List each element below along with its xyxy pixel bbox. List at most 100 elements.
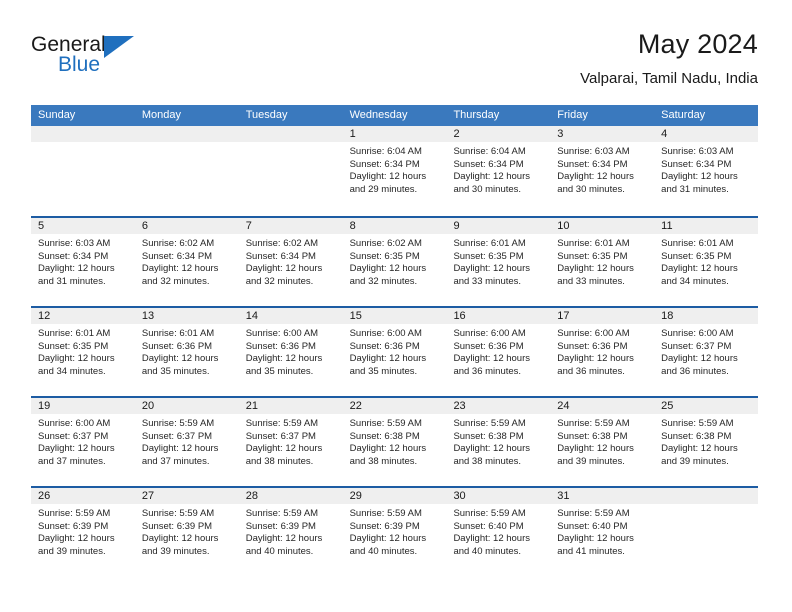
day-detail-line: Daylight: 12 hours	[245, 263, 323, 275]
day-detail-line: and 29 minutes.	[349, 183, 418, 195]
day-details: Sunrise: 6:00 AM Sunset: 6:36 PM Daylight:…	[550, 324, 654, 378]
day-detail-line: Daylight: 12 hours	[349, 353, 427, 365]
calendar-day-cell[interactable]: 14 Sunrise: 6:00 AM Sunset: 6:36 PM Dayligh…	[238, 308, 343, 396]
calendar-day-cell-empty	[31, 126, 135, 216]
day-detail-line: Daylight: 12 hours	[141, 443, 219, 455]
day-detail-line: and 40 minutes.	[245, 545, 314, 557]
calendar-table: Sunday Monday Tuesday Wednesday Thursday Frid…	[31, 105, 759, 576]
calendar-day-cell[interactable]: 22 Sunrise: 5:59 AM Sunset: 6:38 PM Dayligh…	[342, 398, 447, 486]
day-number	[134, 126, 239, 142]
day-number: 21	[238, 398, 343, 414]
day-detail-line: Sunrise: 6:03 AM	[38, 238, 111, 249]
day-detail-line: Sunset: 6:34 PM	[245, 250, 316, 262]
day-detail-line: Daylight: 12 hours	[661, 263, 738, 275]
calendar-day-cell[interactable]: 1 Sunrise: 6:04 AM Sunset: 6:34 PM Daylight…	[342, 126, 447, 216]
day-details: Sunrise: 6:01 AM Sunset: 6:35 PM Daylight:…	[31, 324, 135, 378]
calendar-day-cell[interactable]: 11 Sunrise: 6:01 AM Sunset: 6:35 PM Dayligh…	[654, 218, 759, 306]
day-of-week-tuesday: Tuesday	[245, 109, 288, 121]
calendar-day-cell[interactable]: 18 Sunrise: 6:00 AM Sunset: 6:37 PM Dayligh…	[654, 308, 759, 396]
page-header: General Blue May 2024 Valparai, Tamil Na…	[0, 0, 792, 87]
calendar-day-cell[interactable]: 20 Sunrise: 5:59 AM Sunset: 6:37 PM Dayligh…	[134, 398, 239, 486]
calendar-day-cell[interactable]: 23 Sunrise: 5:59 AM Sunset: 6:38 PM Dayligh…	[446, 398, 551, 486]
calendar-day-cell[interactable]: 16 Sunrise: 6:00 AM Sunset: 6:36 PM Dayligh…	[446, 308, 551, 396]
day-detail-line: Daylight: 12 hours	[557, 263, 634, 275]
calendar-day-cell[interactable]: 25 Sunrise: 5:59 AM Sunset: 6:38 PM Dayligh…	[654, 398, 759, 486]
day-number: 27	[134, 488, 239, 504]
day-detail-line: Daylight: 12 hours	[38, 353, 115, 365]
day-number: 11	[654, 218, 759, 234]
day-detail-line: Sunrise: 5:59 AM	[661, 418, 734, 429]
day-detail-line: Sunset: 6:35 PM	[557, 250, 628, 262]
day-detail-line: and 41 minutes.	[557, 545, 625, 557]
day-details: Sunrise: 5:59 AM Sunset: 6:40 PM Daylight:…	[550, 504, 654, 558]
calendar-day-cell[interactable]: 9 Sunrise: 6:01 AM Sunset: 6:35 PM Daylight…	[446, 218, 551, 306]
day-detail-line: Daylight: 12 hours	[349, 443, 427, 455]
day-detail-line: Daylight: 12 hours	[141, 353, 219, 365]
day-details: Sunrise: 6:01 AM Sunset: 6:35 PM Daylight:…	[654, 234, 758, 288]
day-detail-line: Sunrise: 6:01 AM	[557, 238, 630, 249]
calendar-day-cell[interactable]: 12 Sunrise: 6:01 AM Sunset: 6:35 PM Dayligh…	[31, 308, 135, 396]
day-details: Sunrise: 6:01 AM Sunset: 6:35 PM Daylight:…	[446, 234, 550, 288]
day-detail-line: Sunrise: 6:01 AM	[141, 328, 215, 339]
calendar-day-cell[interactable]: 21 Sunrise: 5:59 AM Sunset: 6:37 PM Dayligh…	[238, 398, 343, 486]
day-detail-line: Sunrise: 6:02 AM	[141, 238, 215, 249]
day-number: 9	[446, 218, 551, 234]
calendar-day-cell[interactable]: 6 Sunrise: 6:02 AM Sunset: 6:34 PM Daylight…	[134, 218, 239, 306]
day-detail-line: Daylight: 12 hours	[557, 171, 634, 183]
calendar-day-cell[interactable]: 13 Sunrise: 6:01 AM Sunset: 6:36 PM Dayligh…	[134, 308, 239, 396]
day-details: Sunrise: 6:01 AM Sunset: 6:35 PM Daylight:…	[550, 234, 654, 288]
calendar-day-cell[interactable]: 4 Sunrise: 6:03 AM Sunset: 6:34 PM Daylight…	[654, 126, 759, 216]
calendar-day-cell[interactable]: 7 Sunrise: 6:02 AM Sunset: 6:34 PM Daylight…	[238, 218, 343, 306]
day-detail-line: Daylight: 12 hours	[38, 443, 115, 455]
day-of-week-header: Sunday Monday Tuesday Wednesday Thursday Frid…	[31, 105, 758, 126]
calendar-day-cell[interactable]: 30 Sunrise: 5:59 AM Sunset: 6:40 PM Dayligh…	[446, 488, 551, 576]
calendar-day-cell[interactable]: 3 Sunrise: 6:03 AM Sunset: 6:34 PM Daylight…	[550, 126, 655, 216]
day-number: 20	[134, 398, 239, 414]
day-detail-line: and 35 minutes.	[349, 365, 418, 377]
calendar-day-cell[interactable]: 27 Sunrise: 5:59 AM Sunset: 6:39 PM Dayligh…	[134, 488, 239, 576]
calendar-day-cell[interactable]: 10 Sunrise: 6:01 AM Sunset: 6:35 PM Dayligh…	[550, 218, 655, 306]
calendar-day-cell[interactable]: 26 Sunrise: 5:59 AM Sunset: 6:39 PM Dayligh…	[31, 488, 135, 576]
calendar-day-cell[interactable]: 15 Sunrise: 6:00 AM Sunset: 6:36 PM Dayligh…	[342, 308, 447, 396]
day-details: Sunrise: 5:59 AM Sunset: 6:38 PM Daylight:…	[446, 414, 550, 468]
calendar-day-cell[interactable]: 2 Sunrise: 6:04 AM Sunset: 6:34 PM Daylight…	[446, 126, 551, 216]
day-number: 17	[550, 308, 655, 324]
day-details: Sunrise: 6:01 AM Sunset: 6:36 PM Daylight:…	[135, 324, 239, 378]
day-detail-line: and 35 minutes.	[141, 365, 210, 377]
day-detail-line: Daylight: 12 hours	[38, 263, 115, 275]
day-details: Sunrise: 6:03 AM Sunset: 6:34 PM Daylight:…	[654, 142, 758, 196]
day-detail-line: Sunset: 6:36 PM	[349, 340, 420, 352]
day-details: Sunrise: 5:59 AM Sunset: 6:40 PM Daylight:…	[446, 504, 550, 558]
calendar-day-cell[interactable]: 19 Sunrise: 6:00 AM Sunset: 6:37 PM Dayligh…	[31, 398, 135, 486]
calendar-day-cell[interactable]: 28 Sunrise: 5:59 AM Sunset: 6:39 PM Dayligh…	[238, 488, 343, 576]
day-details: Sunrise: 5:59 AM Sunset: 6:39 PM Daylight:…	[343, 504, 447, 558]
day-details: Sunrise: 5:59 AM Sunset: 6:37 PM Daylight:…	[135, 414, 239, 468]
day-detail-line: Sunset: 6:35 PM	[349, 250, 420, 262]
day-detail-line: Sunset: 6:35 PM	[661, 250, 732, 262]
day-detail-line: Sunrise: 5:59 AM	[557, 418, 630, 429]
calendar-day-cell[interactable]: 29 Sunrise: 5:59 AM Sunset: 6:39 PM Dayligh…	[342, 488, 447, 576]
day-number: 2	[446, 126, 551, 142]
day-number: 26	[31, 488, 135, 504]
calendar-day-cell[interactable]: 24 Sunrise: 5:59 AM Sunset: 6:38 PM Dayligh…	[550, 398, 655, 486]
day-detail-line: Sunrise: 6:01 AM	[453, 238, 526, 249]
calendar-day-cell[interactable]: 31 Sunrise: 5:59 AM Sunset: 6:40 PM Dayligh…	[550, 488, 655, 576]
day-detail-line: Sunrise: 5:59 AM	[349, 418, 422, 429]
general-blue-logo[interactable]: General Blue	[31, 28, 146, 80]
day-detail-line: Sunset: 6:34 PM	[557, 158, 628, 170]
calendar-day-cell[interactable]: 17 Sunrise: 6:00 AM Sunset: 6:36 PM Dayligh…	[550, 308, 655, 396]
day-detail-line: and 30 minutes.	[453, 183, 522, 195]
day-detail-line: and 38 minutes.	[453, 455, 522, 467]
day-details: Sunrise: 6:04 AM Sunset: 6:34 PM Daylight:…	[446, 142, 550, 196]
day-detail-line: Sunrise: 6:00 AM	[349, 328, 422, 339]
day-detail-line: and 36 minutes.	[557, 365, 625, 377]
day-detail-line: Sunrise: 6:00 AM	[245, 328, 319, 339]
day-number: 25	[654, 398, 759, 414]
day-detail-line: Daylight: 12 hours	[557, 353, 634, 365]
day-number: 5	[31, 218, 135, 234]
calendar-day-cell[interactable]: 8 Sunrise: 6:02 AM Sunset: 6:35 PM Daylight…	[342, 218, 447, 306]
day-detail-line: Daylight: 12 hours	[661, 443, 738, 455]
calendar-day-cell[interactable]: 5 Sunrise: 6:03 AM Sunset: 6:34 PM Daylight…	[31, 218, 135, 306]
day-detail-line: and 40 minutes.	[453, 545, 522, 557]
day-detail-line: Sunset: 6:37 PM	[245, 430, 316, 442]
